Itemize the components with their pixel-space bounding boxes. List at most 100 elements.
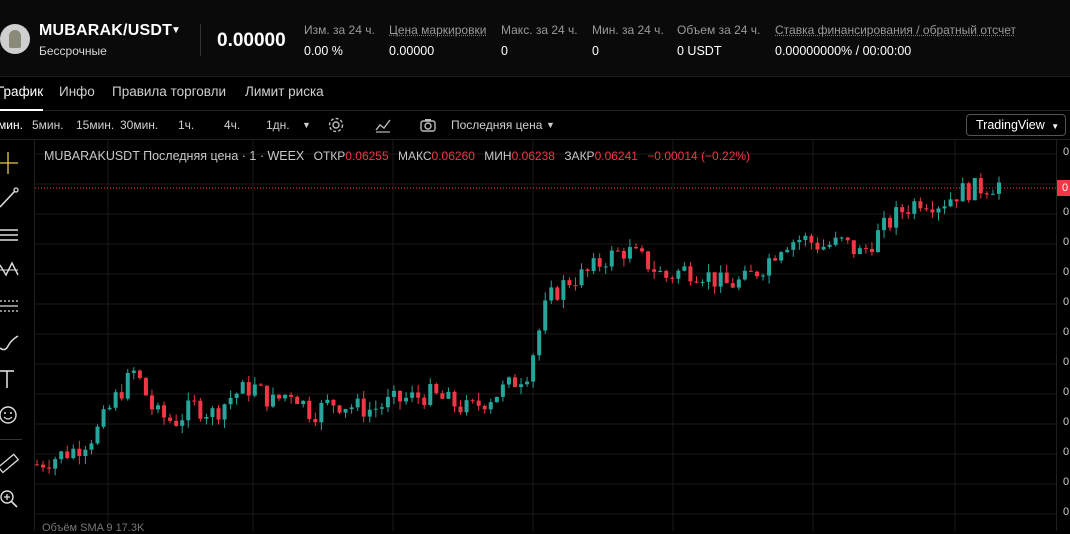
emoji-icon[interactable]: [0, 404, 22, 426]
candle-body: [833, 237, 838, 245]
chart-lib-select[interactable]: TradingView ▼: [966, 114, 1066, 136]
candle-body: [59, 451, 64, 460]
stat-mark-price[interactable]: Цена маркировки 0.00000: [389, 23, 486, 58]
price-tick: 0: [1063, 266, 1070, 278]
candle-body: [258, 384, 263, 386]
divider: [200, 24, 201, 56]
legend-high-label: МАКС: [398, 149, 432, 163]
chevron-down-icon[interactable]: ▼: [171, 25, 181, 36]
ruler-icon[interactable]: [0, 452, 22, 474]
candle-body: [488, 402, 493, 410]
candle-body: [228, 397, 233, 405]
candle-body: [143, 377, 148, 396]
interval-15m[interactable]: 15мин.: [76, 118, 114, 132]
candle-body: [77, 448, 82, 457]
price-axis[interactable]: 0 0 0 0 0 0 0 0 0 0 0 0: [1056, 140, 1070, 531]
brush-icon[interactable]: [0, 332, 22, 354]
camera-icon[interactable]: [419, 116, 437, 134]
candle-body: [585, 269, 590, 271]
candle-body: [918, 201, 923, 209]
candlestick-chart[interactable]: [35, 140, 1056, 531]
candle-body: [748, 270, 753, 272]
indicators-icon[interactable]: [374, 116, 392, 134]
candle-body: [428, 384, 433, 405]
crosshair-icon[interactable]: [0, 152, 22, 174]
candle-body: [519, 384, 524, 388]
candle-body: [525, 381, 530, 385]
price-tick: 0: [1063, 446, 1070, 458]
tab-info[interactable]: Инфо: [59, 84, 95, 99]
interval-4h[interactable]: 4ч.: [224, 118, 240, 132]
candle-body: [162, 405, 167, 418]
candle-body: [83, 449, 88, 457]
candle-body: [754, 271, 759, 277]
fib-icon[interactable]: [0, 295, 22, 317]
candle-body: [186, 400, 191, 421]
legend-close: 0.06241: [594, 149, 638, 163]
tab-trading-rules[interactable]: Правила торговли: [112, 84, 226, 99]
price-tick: 0: [1063, 416, 1070, 428]
candle-body: [180, 420, 185, 426]
candle-body: [936, 208, 941, 213]
candle-body: [863, 248, 868, 250]
ohlc-legend: MUBARAKUSDT Последняя цена · 1 · WEEX ОТ…: [44, 149, 750, 163]
zoom-in-icon[interactable]: [0, 488, 22, 510]
stat-funding-rate[interactable]: Ставка финансирования / обратный отсчет …: [775, 23, 1016, 58]
candle-body: [664, 270, 669, 278]
candle-body: [591, 258, 596, 271]
candle-body: [458, 406, 463, 413]
tab-chart[interactable]: График: [0, 84, 44, 111]
candle-body: [198, 400, 203, 419]
candle-body: [694, 281, 699, 283]
candle-body: [573, 285, 578, 287]
candle-body: [966, 183, 971, 201]
candle-body: [779, 252, 784, 261]
candle-body: [742, 270, 747, 280]
candle-body: [724, 272, 729, 284]
price-type-select[interactable]: Последняя цена: [451, 118, 542, 132]
candle-body: [960, 183, 965, 202]
interval-30m[interactable]: 30мин.: [120, 118, 158, 132]
candle-body: [924, 208, 929, 210]
candle-body: [131, 370, 136, 373]
candle-body: [633, 247, 638, 249]
chevron-down-icon[interactable]: ▼: [302, 120, 311, 130]
coin-avatar: [0, 24, 30, 54]
interval-5m[interactable]: 5мин.: [32, 118, 64, 132]
candle-body: [621, 251, 626, 259]
tab-risk-limit[interactable]: Лимит риска: [245, 84, 324, 99]
candle-body: [65, 451, 70, 459]
stat-volume-24h: Объем за 24 ч. 0 USDT: [677, 23, 761, 58]
candle-body: [210, 408, 215, 417]
candle-body: [785, 249, 790, 253]
gear-icon[interactable]: [327, 116, 345, 134]
candle-body: [337, 405, 342, 413]
candle-body: [482, 405, 487, 410]
candle-body: [295, 396, 300, 405]
candle-body: [930, 209, 935, 213]
candle-body: [410, 392, 415, 398]
candle-body: [391, 390, 396, 397]
symbol-selector[interactable]: MUBARAK/USDT: [39, 22, 172, 40]
candle-body: [149, 395, 154, 410]
pattern-icon[interactable]: [0, 259, 22, 281]
candle-body: [440, 393, 445, 399]
trend-line-icon[interactable]: [0, 187, 22, 209]
horizontal-lines-icon[interactable]: [0, 224, 22, 246]
candle-body: [204, 416, 209, 419]
interval-1d[interactable]: 1дн.: [266, 118, 290, 132]
candle-body: [658, 270, 663, 272]
candle-body: [809, 235, 814, 243]
candle-body: [355, 398, 360, 408]
price-tick: 0: [1063, 386, 1070, 398]
market-type: Бессрочные: [39, 44, 107, 58]
candle-body: [615, 250, 620, 252]
drawing-toolbar: [0, 140, 35, 531]
interval-1m[interactable]: мин.: [0, 118, 23, 132]
volume-legend: Объём SMA 9 17.3K: [42, 522, 145, 534]
text-icon[interactable]: [0, 368, 22, 390]
chevron-down-icon[interactable]: ▼: [546, 120, 555, 130]
interval-1h[interactable]: 1ч.: [178, 118, 194, 132]
candle-body: [277, 394, 282, 399]
candle-body: [113, 392, 118, 408]
